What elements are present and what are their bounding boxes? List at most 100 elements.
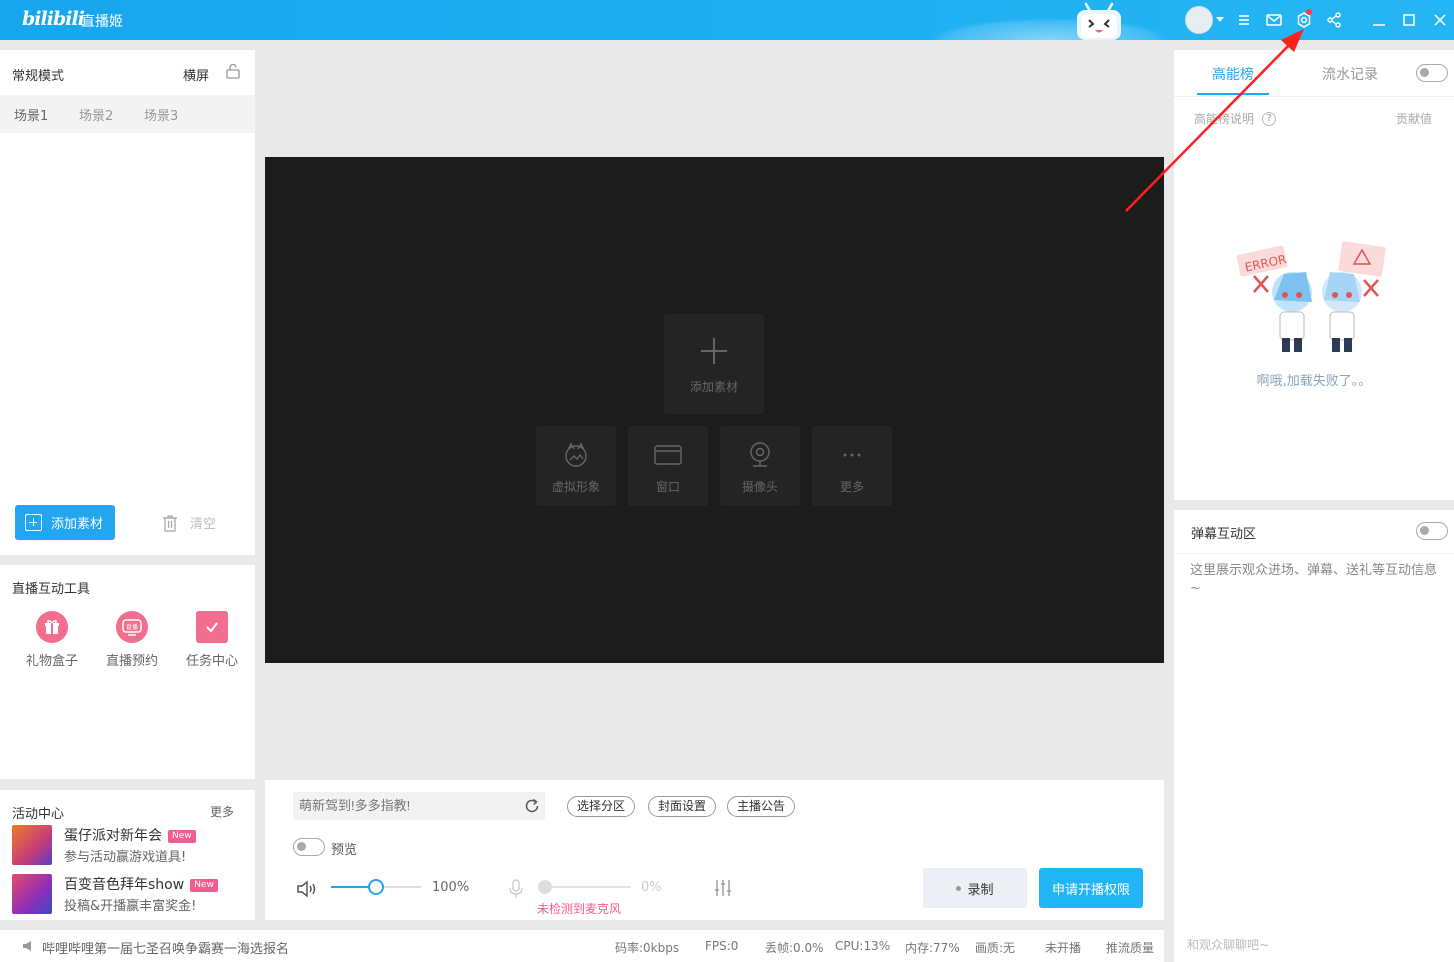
mic-slider-track[interactable] — [545, 886, 631, 888]
mode-label[interactable]: 常规模式 — [12, 65, 64, 84]
tv-mascot-icon — [1077, 2, 1121, 40]
stat-memory: 内存:77% — [905, 941, 960, 955]
refresh-icon[interactable] — [523, 797, 541, 815]
announcement-button[interactable]: 主播公告 — [727, 796, 796, 817]
scene-panel: 常规模式 横屏 场景1 场景2 场景3 添加素材 清空 — [0, 50, 255, 555]
danmaku-toggle[interactable] — [1416, 522, 1448, 540]
plus-icon — [25, 514, 42, 531]
notice-link[interactable]: 哔哩哔哩第一届七圣召唤争霸赛一海选报名 — [42, 938, 289, 957]
title-bar: bilibili 直播姬 — [0, 0, 1454, 40]
clear-label: 清空 — [190, 517, 217, 532]
stat-live-status: 未开播 — [1045, 941, 1082, 955]
tab-high-energy-rank[interactable]: 高能榜 — [1212, 64, 1254, 84]
chevron-down-icon[interactable] — [1216, 17, 1224, 22]
maximize-icon[interactable] — [1399, 10, 1419, 30]
rank-toggle[interactable] — [1416, 64, 1448, 82]
share-icon[interactable] — [1324, 10, 1344, 30]
tool-label: 礼物盒子 — [25, 654, 78, 669]
source-more[interactable]: 更多 — [812, 426, 892, 506]
source-label: 更多 — [839, 480, 864, 494]
stat-cpu: CPU:13% — [835, 939, 891, 953]
scene-tab-2[interactable]: 场景2 — [79, 105, 113, 124]
mic-slider-handle[interactable] — [538, 880, 552, 894]
close-icon[interactable] — [1430, 10, 1450, 30]
stat-quality: 画质:无 — [975, 941, 1016, 955]
notification-dot — [1306, 9, 1312, 15]
stream-control-panel: 选择分区 封面设置 主播公告 预览 100% 0% 未检测到麦克风 录制 申请开… — [265, 780, 1164, 920]
activity-center-panel: 活动中心 更多 蛋仔派对新年会 New 参与活动赢游戏道具! 百变音色拜年show… — [0, 790, 255, 920]
new-badge: New — [168, 830, 196, 843]
tool-gift-box[interactable]: 礼物盒子 — [17, 611, 87, 669]
preview-label: 预览 — [331, 843, 358, 858]
tool-label: 任务中心 — [185, 654, 238, 669]
bilibili-logo: bilibili — [22, 8, 85, 30]
stat-fps: FPS:0 — [705, 939, 739, 953]
new-badge: New — [190, 879, 218, 892]
more-icon — [843, 453, 861, 457]
source-virtual-avatar[interactable]: 虚拟形象 — [536, 426, 616, 506]
mixer-icon[interactable] — [713, 878, 733, 898]
minimize-icon[interactable] — [1369, 10, 1389, 30]
microphone-icon[interactable] — [508, 878, 524, 900]
volume-slider-handle[interactable] — [368, 879, 384, 895]
window-icon — [654, 445, 682, 465]
rank-panel: 高能榜 流水记录 高能榜说明 ? 贡献值 ERROR 啊哦,加载失败了。。 — [1174, 50, 1454, 500]
contribution-label: 贡献值 — [1396, 112, 1433, 126]
error-illustration-icon: ERROR — [1236, 241, 1386, 352]
tools-title: 直播互动工具 — [12, 582, 91, 597]
tool-reservation[interactable]: 直播 直播预约 — [97, 611, 167, 669]
mic-warning: 未检测到麦克风 — [537, 902, 622, 916]
question-icon: ? — [1262, 111, 1277, 126]
select-category-button[interactable]: 选择分区 — [567, 796, 636, 817]
preview-canvas[interactable]: 添加素材 虚拟形象 窗口 摄像头 更多 — [265, 157, 1164, 663]
activity-desc: 投稿&开播赢丰富奖金! — [64, 899, 197, 914]
speaker-icon[interactable] — [295, 879, 319, 899]
volume-percent: 100% — [432, 880, 470, 895]
activity-title: 活动中心 — [12, 807, 65, 822]
chat-input[interactable]: 和观众聊聊吧~ — [1174, 930, 1294, 962]
app-name: 直播姬 — [81, 14, 123, 30]
active-tab-indicator — [1197, 93, 1269, 95]
stat-dropped-frames: 丢帧:0.0% — [765, 941, 824, 955]
reservation-icon: 直播 — [116, 611, 148, 643]
unlock-icon[interactable] — [225, 63, 241, 79]
source-label: 窗口 — [655, 480, 680, 494]
user-avatar[interactable] — [1185, 6, 1213, 34]
record-dot-icon — [956, 885, 962, 891]
activity-item[interactable]: 百变音色拜年show New 投稿&开播赢丰富奖金! — [12, 874, 247, 916]
clear-button[interactable]: 清空 — [162, 513, 216, 532]
rank-info-label: 高能榜说明 — [1194, 112, 1255, 126]
divider — [1174, 553, 1454, 554]
scene-tab-1[interactable]: 场景1 — [14, 105, 48, 124]
source-window[interactable]: 窗口 — [628, 426, 708, 506]
source-camera[interactable]: 摄像头 — [720, 426, 800, 506]
interactive-tools-panel: 直播互动工具 礼物盒子 直播 直播预约 任务中心 — [0, 565, 255, 779]
tool-task-center[interactable]: 任务中心 — [177, 611, 247, 669]
tab-revenue-records[interactable]: 流水记录 — [1322, 64, 1378, 84]
activity-more-link[interactable]: 更多 — [210, 803, 234, 820]
gift-box-icon — [36, 611, 68, 643]
rank-info-link[interactable]: 高能榜说明 ? — [1194, 110, 1277, 127]
cloud-decoration — [930, 18, 1170, 40]
activity-name-text: 百变音色拜年show — [64, 877, 185, 893]
apply-stream-permission-button[interactable]: 申请开播权限 — [1039, 868, 1143, 908]
menu-icon[interactable] — [1234, 10, 1254, 30]
virtual-avatar-icon — [565, 442, 587, 467]
record-button[interactable]: 录制 — [923, 868, 1027, 908]
activity-item[interactable]: 蛋仔派对新年会 New 参与活动赢游戏道具! — [12, 825, 247, 867]
danmaku-title: 弹幕互动区 — [1191, 527, 1257, 542]
add-source-label: 添加素材 — [51, 517, 104, 532]
source-label: 摄像头 — [741, 480, 778, 494]
source-label: 虚拟形象 — [551, 480, 600, 494]
add-source-tile[interactable]: 添加素材 — [664, 314, 764, 414]
stat-push-quality[interactable]: 推流质量 — [1106, 939, 1154, 956]
preview-toggle[interactable] — [293, 838, 325, 856]
cover-settings-button[interactable]: 封面设置 — [648, 796, 717, 817]
scene-tab-3[interactable]: 场景3 — [144, 105, 178, 124]
add-source-button[interactable]: 添加素材 — [15, 505, 115, 540]
stream-title-input[interactable] — [293, 792, 545, 820]
orientation-toggle[interactable]: 横屏 — [183, 65, 209, 84]
plus-icon — [664, 334, 764, 368]
mail-icon[interactable] — [1264, 10, 1284, 30]
load-error-text: 啊哦,加载失败了。。 — [1256, 374, 1372, 389]
